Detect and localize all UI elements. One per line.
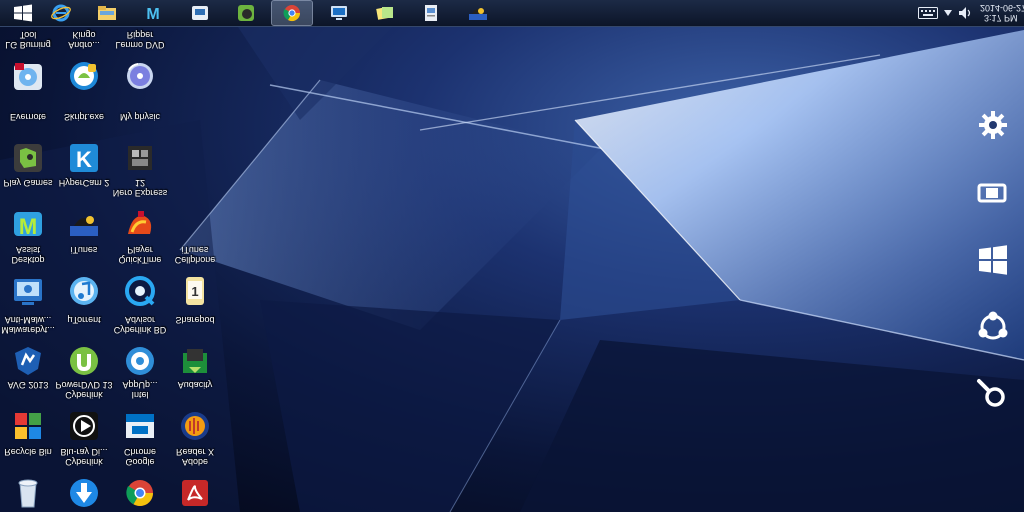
share-icon bbox=[978, 311, 1008, 340]
cellphone-icon: 1 bbox=[186, 277, 204, 305]
svg-text:M: M bbox=[19, 214, 37, 239]
settings-charm[interactable] bbox=[976, 108, 1010, 142]
tray-time[interactable]: 3:17 PM bbox=[984, 13, 1018, 23]
chevron-icon[interactable] bbox=[944, 10, 952, 16]
desktop-assist-icon bbox=[14, 279, 42, 305]
desktop-icon[interactable]: Adobe Reader X bbox=[165, 447, 225, 509]
hypercam-icon bbox=[469, 8, 487, 20]
audacity-icon bbox=[181, 412, 209, 440]
taskbar: M 2014-06-27 3:17 PM bbox=[0, 0, 1024, 27]
chrome-icon bbox=[283, 5, 301, 22]
sticky-notes-button[interactable] bbox=[365, 1, 405, 25]
intel-icon bbox=[126, 414, 154, 438]
folder-icon bbox=[98, 6, 116, 20]
file-explorer-button[interactable] bbox=[87, 1, 127, 25]
search-icon bbox=[977, 379, 1005, 407]
recycle-bin-icon bbox=[18, 479, 38, 508]
internet-explorer-button[interactable] bbox=[41, 1, 81, 25]
svg-text:M: M bbox=[146, 6, 159, 23]
dvd-ripper-icon bbox=[127, 63, 153, 89]
search-charm[interactable] bbox=[976, 378, 1010, 412]
settings-icon bbox=[979, 111, 1007, 139]
bd-advisor-icon bbox=[126, 347, 154, 375]
volume-icon[interactable] bbox=[958, 6, 972, 20]
desktop-icon-label: Nero Express 12 bbox=[112, 178, 168, 198]
start-icon bbox=[979, 245, 1007, 275]
tablet-app-button[interactable] bbox=[180, 1, 220, 25]
tablet-icon bbox=[192, 6, 208, 20]
monitor-icon bbox=[331, 6, 347, 20]
lg-burning-icon bbox=[14, 63, 42, 90]
start-button[interactable] bbox=[3, 1, 43, 25]
quicktime-icon bbox=[125, 276, 155, 306]
evernote-button[interactable] bbox=[226, 1, 266, 25]
utorrent-icon bbox=[70, 347, 98, 375]
windows-logo-icon bbox=[14, 4, 32, 22]
ie-icon bbox=[51, 4, 71, 22]
desktop-icon[interactable]: Sharepod bbox=[165, 315, 225, 377]
maxthon-icon: M bbox=[146, 6, 159, 23]
adobe-reader-icon bbox=[182, 480, 208, 506]
hypercam-button[interactable] bbox=[458, 1, 498, 25]
desktop-icon-label: Audacity bbox=[177, 380, 213, 390]
system-tray: 2014-06-27 3:17 PM bbox=[884, 0, 1024, 26]
monitor-app-button[interactable] bbox=[319, 1, 359, 25]
evernote-icon bbox=[238, 5, 254, 21]
share-charm[interactable] bbox=[976, 310, 1010, 344]
desktop-icon-label: Adobe Reader X bbox=[175, 447, 215, 467]
devices-icon bbox=[977, 183, 1007, 203]
document-button[interactable] bbox=[411, 1, 451, 25]
desktop-icon[interactable]: Cellphone iTunes 1 bbox=[165, 245, 225, 307]
evernote-icon bbox=[14, 144, 42, 172]
k-app-icon: K bbox=[70, 144, 98, 172]
malwarebytes-icon bbox=[15, 347, 41, 375]
start-charm[interactable] bbox=[976, 243, 1010, 277]
avg-icon bbox=[15, 413, 41, 439]
chrome-button[interactable] bbox=[271, 0, 313, 26]
nero-icon bbox=[128, 211, 152, 234]
desktop-icon-label: Cellphone iTunes bbox=[174, 245, 216, 265]
desktop-icon-label: Lenmo DVD Ripper bbox=[115, 30, 165, 50]
desktop-icon[interactable]: Nero Express 12 bbox=[110, 178, 170, 240]
desktop-icon-label: My physic bbox=[119, 112, 160, 122]
desktop-icon[interactable]: Audacity bbox=[165, 380, 225, 442]
powerdvd-icon bbox=[70, 412, 98, 440]
tray-date[interactable]: 2014-06-27 bbox=[980, 3, 1024, 13]
keyboard-icon[interactable] bbox=[918, 7, 938, 19]
bluray-icon bbox=[70, 479, 98, 507]
document-icon bbox=[425, 5, 437, 21]
maxthon-icon: M bbox=[14, 212, 42, 239]
sharepod-icon bbox=[183, 349, 207, 373]
desktop-icon-label: Sharepod bbox=[175, 315, 215, 325]
chrome-icon bbox=[126, 480, 154, 507]
hypercam-icon bbox=[70, 216, 98, 236]
kingo-icon bbox=[70, 62, 98, 90]
itunes-icon bbox=[70, 277, 98, 305]
svg-text:K: K bbox=[76, 147, 92, 172]
desktop-icon[interactable]: Lenmo DVD Ripper bbox=[110, 30, 170, 92]
svg-text:1: 1 bbox=[191, 284, 198, 299]
notes-icon bbox=[376, 7, 393, 20]
maxthon-button[interactable]: M bbox=[133, 1, 173, 25]
desktop-icon[interactable]: My physic bbox=[110, 112, 170, 174]
physic-icon bbox=[128, 146, 152, 170]
devices-charm[interactable] bbox=[976, 176, 1010, 210]
